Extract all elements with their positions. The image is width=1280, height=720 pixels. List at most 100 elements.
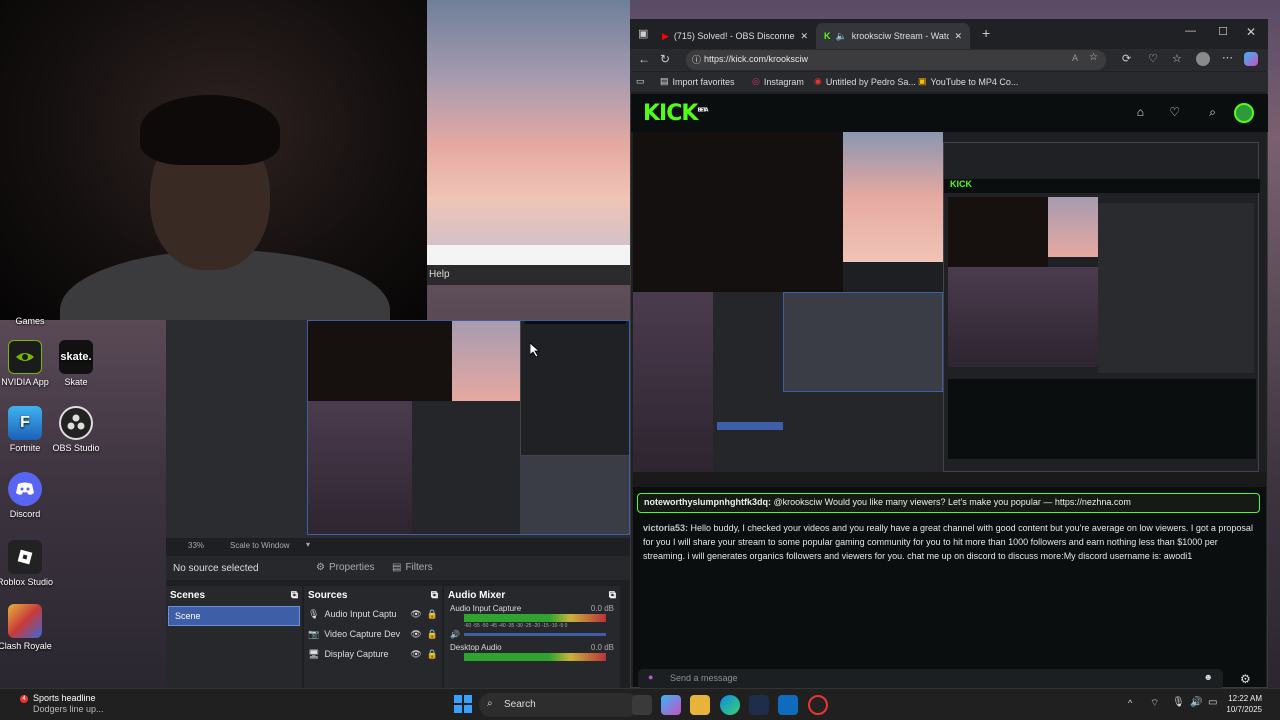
kick-logo[interactable]: KICKBETA: [643, 101, 709, 126]
pinned-chat-message[interactable]: noteworthyslumpnhghtfk3dq: @krooksciw Wo…: [637, 493, 1260, 513]
desktop-icon-discord[interactable]: Discord: [0, 472, 55, 519]
source-item-display-capture[interactable]: 🖥 Display Capture 👁 🔒: [304, 644, 442, 664]
desktop-icon-roblox-studio[interactable]: Roblox Studio: [0, 540, 55, 587]
favorites-icon[interactable]: ☆: [1172, 52, 1182, 65]
scale-mode[interactable]: Scale to Window: [230, 541, 290, 550]
desktop-icon-label: Roblox Studio: [0, 577, 54, 587]
tab-kick-stream[interactable]: K 🔈 krooksciw Stream - Watch Li... ✕: [816, 23, 970, 49]
news-widget[interactable]: 4 Sports headline Dodgers line up...: [16, 693, 104, 715]
edge-icon[interactable]: [720, 695, 740, 715]
sources-dock-title: Sources ⧉: [304, 586, 442, 604]
chat-input[interactable]: ● Send a message ☻: [638, 669, 1223, 689]
back-icon[interactable]: ←: [638, 52, 650, 66]
close-icon[interactable]: ✕: [954, 31, 962, 42]
close-icon[interactable]: ✕: [800, 31, 808, 42]
obs-taskbar-icon[interactable]: [808, 695, 828, 715]
volume-slider[interactable]: [463, 632, 606, 636]
favorites-tab-icon[interactable]: ▭: [636, 76, 645, 87]
maximize-icon[interactable]: ☐: [1218, 25, 1228, 38]
desktop-icon-obs-studio[interactable]: OBS Studio: [46, 406, 106, 453]
person-hair: [140, 95, 280, 165]
store-icon[interactable]: ⌂: [1137, 105, 1144, 119]
speaker-icon[interactable]: 🔊: [1190, 697, 1202, 708]
favorite-instagram[interactable]: ◎ Instagram: [752, 76, 804, 87]
filters-button[interactable]: ▤ Filters: [392, 562, 433, 573]
url-text: https://kick.com/krooksciw: [704, 54, 809, 64]
profile-avatar[interactable]: [1196, 52, 1210, 66]
heart-icon[interactable]: ♡: [1169, 105, 1180, 119]
speaker-icon[interactable]: 🔈: [836, 31, 847, 42]
more-icon[interactable]: ⋯: [1222, 51, 1233, 64]
browser-essentials-icon[interactable]: ♡: [1148, 52, 1158, 65]
speaker-icon[interactable]: 🔊: [450, 630, 460, 639]
camera-icon: 📷: [308, 628, 320, 639]
tab-obs-solved[interactable]: ▶ (715) Solved! - OBS Disconnecting ✕: [654, 23, 816, 49]
chat-username[interactable]: noteworthyslumpnhghtfk3dq:: [644, 497, 771, 507]
desktop-icon-games[interactable]: Games: [0, 316, 60, 326]
skate-icon: skate.: [59, 340, 93, 374]
extensions-icon[interactable]: ⟳: [1122, 52, 1131, 65]
network-icon[interactable]: ⌔: [1150, 697, 1159, 710]
store-icon[interactable]: [749, 695, 769, 715]
source-item-audio-input[interactable]: 🎙 Audio Input Captu 👁 🔒: [304, 604, 442, 624]
close-window-icon[interactable]: ✕: [1246, 25, 1256, 39]
desktop-icon-label: NVIDIA App: [1, 377, 49, 387]
eye-icon[interactable]: 👁: [410, 649, 421, 660]
stream-sky: [843, 132, 943, 262]
taskbar-search[interactable]: ⌕ Search: [479, 693, 639, 717]
new-tab-icon[interactable]: +: [982, 25, 990, 41]
obs-canvas-preview[interactable]: KICK: [307, 320, 630, 535]
chat-panel: victoria53: Hello buddy, I checked your …: [633, 487, 1266, 687]
stream-webcam: [633, 132, 843, 292]
favorite-youtube-mp4[interactable]: ▣ YouTube to MP4 Co...: [918, 76, 1018, 87]
tab-actions-icon[interactable]: ▣: [638, 27, 648, 40]
desktop-icon-clash-royale[interactable]: Clash Royale: [0, 604, 55, 651]
taskbar-clock[interactable]: 12:22 AM 10/7/2025: [1226, 693, 1262, 715]
mixer-channel-desktop-audio: Desktop Audio 0.0 dB: [444, 639, 620, 652]
emoji-icon[interactable]: ☻: [1204, 672, 1213, 682]
properties-button[interactable]: ⚙ Properties: [316, 562, 375, 573]
task-view-icon[interactable]: [632, 695, 652, 715]
stream-video-player[interactable]: KICK: [633, 132, 1266, 487]
address-bar[interactable]: ⓘ https://kick.com/krooksciw A ☆: [686, 50, 1106, 70]
clock-date: 10/7/2025: [1226, 705, 1262, 714]
site-info-icon[interactable]: ⓘ: [692, 53, 701, 66]
file-explorer-icon[interactable]: [690, 695, 710, 715]
chat-settings-icon[interactable]: ⚙: [1240, 672, 1251, 686]
start-button[interactable]: [454, 695, 472, 715]
chat-username[interactable]: victoria53:: [643, 523, 688, 533]
search-icon[interactable]: ⌕: [1209, 105, 1216, 120]
read-aloud-icon[interactable]: A: [1072, 53, 1078, 63]
chevron-up-icon[interactable]: ^: [1128, 698, 1132, 708]
desktop-icon-skate[interactable]: skate. Skate: [46, 340, 106, 387]
avatar[interactable]: [1234, 103, 1254, 123]
minimize-icon[interactable]: —: [1185, 25, 1196, 37]
zoom-level[interactable]: 33%: [188, 541, 204, 550]
news-subtitle: Dodgers line up...: [33, 704, 104, 714]
lock-icon[interactable]: 🔒: [427, 609, 438, 620]
microphone-icon[interactable]: ●: [648, 672, 653, 682]
eye-icon[interactable]: 👁: [410, 629, 421, 640]
help-menu[interactable]: Help: [429, 269, 450, 280]
mixer-channel-audio-input: Audio Input Capture 0.0 dB: [444, 604, 620, 613]
eye-icon[interactable]: 👁: [410, 609, 421, 620]
dock-menu-icon[interactable]: ⧉: [291, 590, 298, 601]
source-item-video-capture[interactable]: 📷 Video Capture Dev 👁 🔒: [304, 624, 442, 644]
refresh-icon[interactable]: ↻: [660, 52, 670, 66]
dock-menu-icon[interactable]: ⧉: [609, 590, 616, 601]
favorite-import[interactable]: ▤ Import favorites: [660, 76, 735, 87]
star-icon[interactable]: ☆: [1089, 52, 1098, 63]
copilot-icon[interactable]: [661, 695, 681, 715]
battery-icon[interactable]: ▭: [1208, 697, 1217, 708]
copilot-icon[interactable]: [1244, 52, 1258, 66]
scene-item[interactable]: Scene: [168, 606, 300, 626]
microphone-icon[interactable]: 🎙: [1172, 697, 1185, 708]
favorite-untitled[interactable]: ◉ Untitled by Pedro Sa...: [814, 76, 916, 87]
canvas-obs: [412, 401, 520, 534]
dock-menu-icon[interactable]: ⧉: [431, 590, 438, 601]
lock-icon[interactable]: 🔒: [427, 649, 438, 660]
clock-time: 12:22 AM: [1228, 694, 1262, 703]
lock-icon[interactable]: 🔒: [427, 629, 438, 640]
outlook-icon[interactable]: [778, 695, 798, 715]
chevron-down-icon[interactable]: ▾: [306, 540, 310, 549]
